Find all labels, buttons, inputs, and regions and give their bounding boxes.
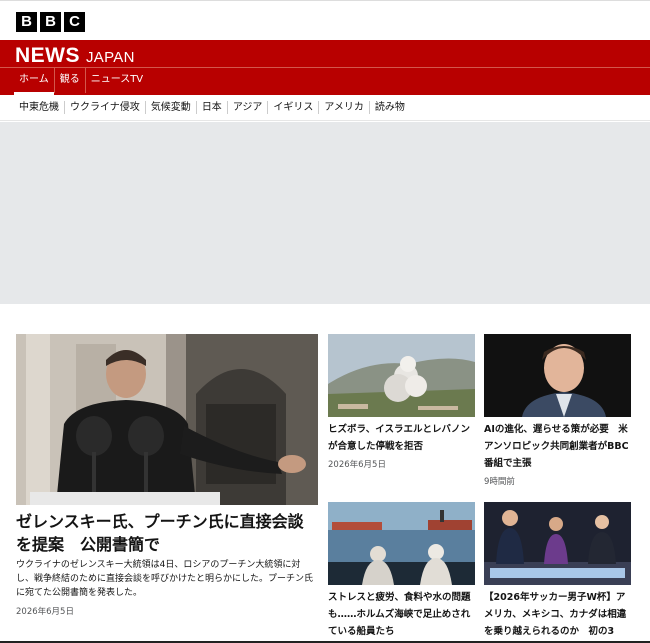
story-card-image[interactable] bbox=[328, 502, 475, 585]
primary-nav-watch[interactable]: 観る bbox=[55, 68, 86, 93]
stage-photo-illustration bbox=[484, 502, 631, 585]
news-header: NEWS JAPAN ホーム 観る ニュースTV bbox=[0, 40, 650, 95]
primary-nav: ホーム 観る ニュースTV bbox=[14, 68, 148, 95]
story-card-date: 2026年6月5日 bbox=[328, 460, 386, 470]
subnav-japan[interactable]: 日本 bbox=[197, 101, 228, 114]
subnav-ukraine[interactable]: ウクライナ侵攻 bbox=[65, 101, 146, 114]
subnav-middle-east[interactable]: 中東危機 bbox=[14, 101, 65, 114]
story-card-image[interactable] bbox=[328, 334, 475, 417]
bbc-logo-letter: B bbox=[16, 12, 37, 32]
subnav-features[interactable]: 読み物 bbox=[370, 101, 410, 114]
subnav-climate[interactable]: 気候変動 bbox=[146, 101, 197, 114]
bbc-logo-letter: C bbox=[64, 12, 85, 32]
ad-placeholder bbox=[0, 122, 650, 304]
lead-story-image[interactable] bbox=[16, 334, 318, 505]
story-card-image[interactable] bbox=[484, 334, 631, 417]
lead-story-date: 2026年6月5日 bbox=[16, 607, 74, 617]
lead-story-summary: ウクライナのゼレンスキー大統領は4日、ロシアのプーチン大統領に対し、戦争終結のた… bbox=[16, 560, 314, 598]
story-card-headline[interactable]: AIの進化、遅らせる策が必要 米アンソロピック共同創業者がBBC番組で主張 bbox=[484, 421, 631, 472]
story-card-date: 9時間前 bbox=[484, 477, 515, 487]
secondary-nav: 中東危機 ウクライナ侵攻 気候変動 日本 アジア イギリス アメリカ 読み物 bbox=[0, 95, 650, 121]
story-card-headline[interactable]: ヒズボラ、イスラエルとレバノンが合意した停戦を拒否 bbox=[328, 421, 475, 455]
portrait-photo-illustration bbox=[484, 334, 631, 417]
main-content: ゼレンスキー氏、プーチン氏に直接会談を提案 公開書簡で ウクライナのゼレンスキー… bbox=[0, 304, 650, 643]
subnav-uk[interactable]: イギリス bbox=[268, 101, 320, 114]
primary-nav-news-tv[interactable]: ニュースTV bbox=[86, 68, 148, 93]
story-card[interactable]: ストレスと疲労、食料や水の問題も……ホルムズ海峡で足止めされている船員たち bbox=[328, 502, 475, 640]
story-card-image[interactable] bbox=[484, 502, 631, 585]
bbc-logo[interactable]: B B C bbox=[16, 12, 85, 32]
brand-news: NEWS bbox=[15, 44, 80, 67]
story-card-headline[interactable]: 【2026年サッカー男子W杯】アメリカ、メキシコ、カナダは相違を乗り越えられるの… bbox=[484, 589, 631, 640]
news-japan-brand[interactable]: NEWS JAPAN bbox=[15, 44, 135, 68]
top-bar: B B C bbox=[0, 0, 650, 40]
smoke-photo-illustration bbox=[328, 334, 475, 417]
lead-photo-illustration bbox=[16, 334, 318, 505]
harbor-photo-illustration bbox=[328, 502, 475, 585]
story-card[interactable]: ヒズボラ、イスラエルとレバノンが合意した停戦を拒否 2026年6月5日 bbox=[328, 334, 475, 470]
story-card[interactable]: AIの進化、遅らせる策が必要 米アンソロピック共同創業者がBBC番組で主張 9時… bbox=[484, 334, 631, 487]
lead-story-headline[interactable]: ゼレンスキー氏、プーチン氏に直接会談を提案 公開書簡で bbox=[16, 510, 318, 556]
primary-nav-home[interactable]: ホーム bbox=[14, 68, 55, 95]
brand-region: JAPAN bbox=[86, 49, 135, 66]
bbc-logo-letter: B bbox=[40, 12, 61, 32]
story-card-headline[interactable]: ストレスと疲労、食料や水の問題も……ホルムズ海峡で足止めされている船員たち bbox=[328, 589, 475, 640]
story-card[interactable]: 【2026年サッカー男子W杯】アメリカ、メキシコ、カナダは相違を乗り越えられるの… bbox=[484, 502, 631, 640]
subnav-us[interactable]: アメリカ bbox=[319, 101, 370, 114]
subnav-asia[interactable]: アジア bbox=[228, 101, 269, 114]
